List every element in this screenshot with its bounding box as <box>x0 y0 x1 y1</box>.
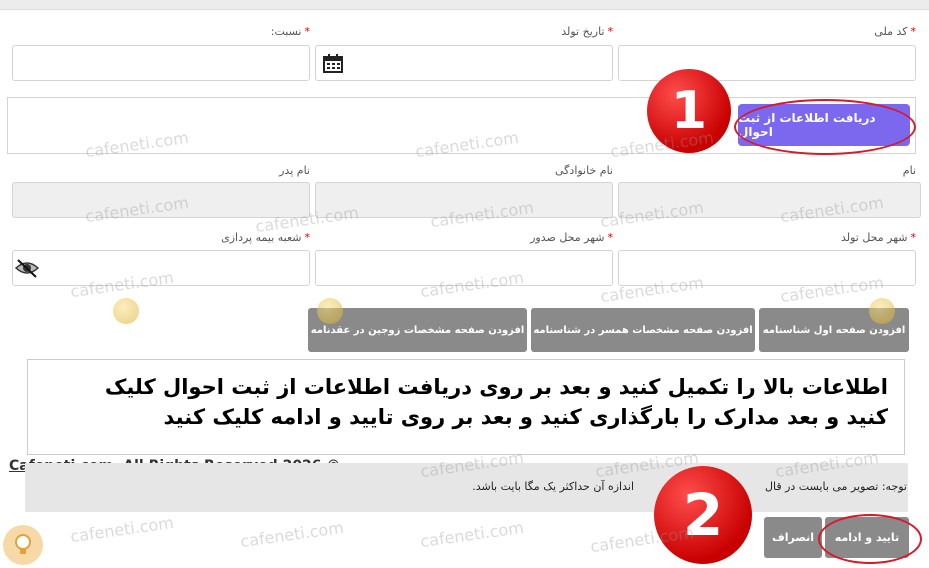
insurance-branch-select[interactable] <box>12 250 310 286</box>
note-text-end: اندازه آن حداکثر یک مگا بایت باشد. <box>472 480 634 493</box>
watermark: cafeneti.com <box>239 517 345 552</box>
step-two-badge: 2 <box>654 466 752 564</box>
cancel-button[interactable]: انصراف <box>764 517 822 558</box>
birth-city-select[interactable] <box>618 250 916 286</box>
lightbulb-icon[interactable] <box>3 525 43 565</box>
father-name-input[interactable] <box>12 182 310 218</box>
note-text-start: توجه: تصویر می بایست در قال <box>764 480 907 493</box>
watermark: cafeneti.com <box>69 512 175 547</box>
birth-date-label: *تاریخ تولد <box>561 25 613 38</box>
add-spouse-page-button[interactable]: افزودن صفحه مشخصات همسر در شناسنامه <box>531 308 755 352</box>
hidden-eye-icon <box>14 256 40 280</box>
fetch-from-registry-button[interactable]: دریافت اطلاعات از ثبت احوال <box>738 104 910 146</box>
relation-input[interactable] <box>12 45 310 81</box>
add-birth-certificate-page-button[interactable]: افزودن صفحه اول شناسنامه <box>759 308 909 352</box>
first-name-input[interactable] <box>618 182 921 218</box>
issue-city-select[interactable] <box>315 250 613 286</box>
relation-label: *نسبت: <box>270 25 310 38</box>
step-one-badge: 1 <box>647 69 731 153</box>
watermark: cafeneti.com <box>419 517 525 552</box>
issue-city-label: *شهر محل صدور <box>530 231 613 244</box>
confirm-continue-button[interactable]: تایید و ادامه <box>825 517 909 558</box>
first-name-label: نام <box>902 164 916 177</box>
add-marriage-page-button[interactable]: افزودن صفحه مشخصات زوجین در عقدنامه <box>308 308 527 352</box>
national-code-input[interactable] <box>618 45 916 81</box>
insurance-branch-label: *شعبه بیمه پردازی <box>221 231 310 244</box>
instruction-line-1: اطلاعات بالا را تکمیل کنید و بعد بر روی … <box>104 375 888 399</box>
father-name-label: نام پدر <box>279 164 310 177</box>
instruction-line-2: کنید و بعد مدارک را بارگذاری کنید و بعد … <box>163 405 888 429</box>
watermark-logo <box>113 298 139 324</box>
birth-date-input[interactable] <box>315 45 613 81</box>
last-name-input[interactable] <box>315 182 613 218</box>
instruction-box: اطلاعات بالا را تکمیل کنید و بعد بر روی … <box>27 359 905 455</box>
calendar-icon[interactable] <box>323 54 343 73</box>
birth-city-label: *شهر محل تولد <box>840 231 916 244</box>
last-name-label: نام خانوادگی <box>555 164 613 177</box>
top-bar <box>0 0 929 10</box>
national-code-label: *کد ملی <box>874 25 916 38</box>
